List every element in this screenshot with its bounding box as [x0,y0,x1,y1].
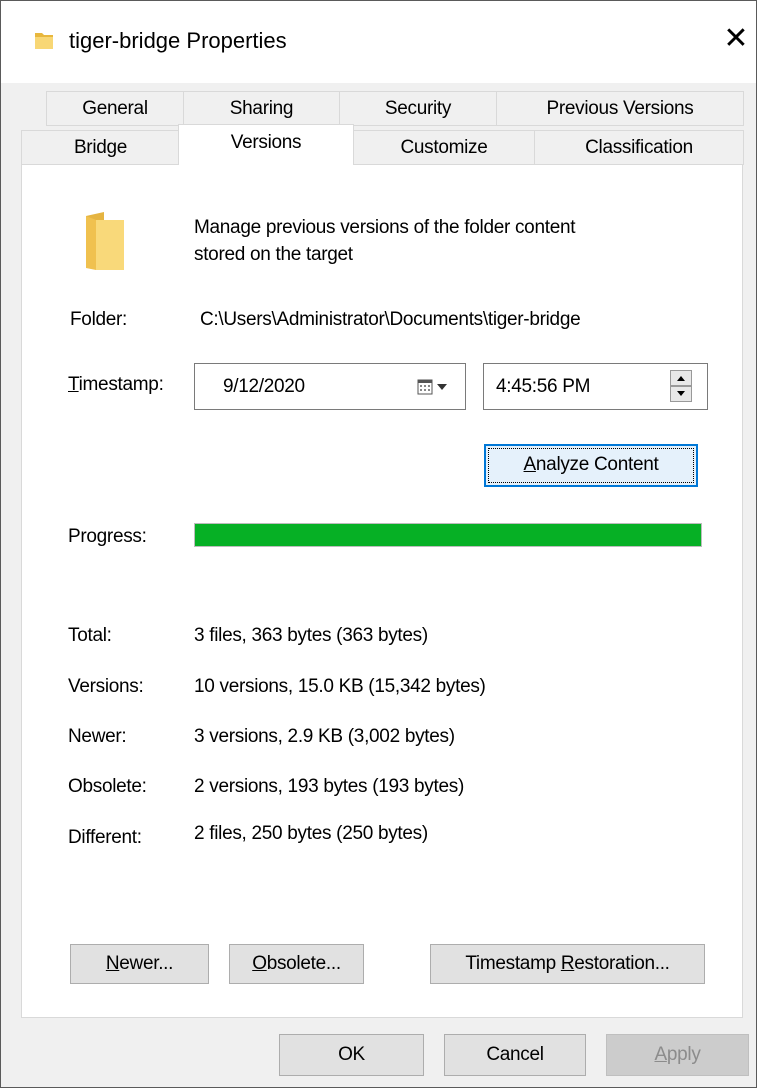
date-picker[interactable]: 9/12/2020 [194,363,466,410]
time-spinner[interactable]: 4:45:56 PM [483,363,708,410]
progress-fill [195,524,701,546]
tab-general[interactable]: General [46,91,184,126]
stat-total-label: Total: [68,625,112,646]
obsolete-button[interactable]: Obsolete... [229,944,364,984]
analyze-content-button[interactable]: Analyze Content [484,444,698,487]
description-line-2: stored on the target [194,244,353,265]
stat-obsolete-value: 2 versions, 193 bytes (193 bytes) [194,776,464,797]
stat-versions-value: 10 versions, 15.0 KB (15,342 bytes) [194,676,486,697]
stat-different-label: Different: [68,827,142,848]
apply-button: Apply [606,1034,749,1076]
tab-versions[interactable]: Versions [178,124,354,165]
stat-obsolete-label: Obsolete: [68,776,147,797]
window-title: tiger-bridge Properties [69,28,287,53]
close-icon[interactable]: ✕ [716,19,756,59]
stat-newer-label: Newer: [68,726,127,747]
tab-sharing[interactable]: Sharing [183,91,340,126]
properties-dialog: tiger-bridge Properties ✕ General Sharin… [0,0,757,1088]
folder-icon [86,212,124,270]
stat-newer-value: 3 versions, 2.9 KB (3,002 bytes) [194,726,455,747]
versions-panel: Manage previous versions of the folder c… [21,164,743,1018]
folder-path: C:\Users\Administrator\Documents\tiger-b… [200,309,581,330]
ok-button[interactable]: OK [279,1034,424,1076]
tab-classification[interactable]: Classification [534,130,744,165]
tab-security[interactable]: Security [339,91,497,126]
spin-up-icon[interactable] [670,370,692,386]
stat-total-value: 3 files, 363 bytes (363 bytes) [194,625,428,646]
newer-button[interactable]: Newer... [70,944,209,984]
cancel-button[interactable]: Cancel [444,1034,586,1076]
stat-versions-label: Versions: [68,676,144,697]
folder-label: Folder: [70,309,128,330]
spin-down-icon[interactable] [670,386,692,402]
tab-bridge[interactable]: Bridge [21,130,180,165]
calendar-dropdown-icon[interactable] [417,379,451,395]
progress-label: Progress: [68,526,147,547]
folder-icon [35,33,53,49]
tab-previous-versions[interactable]: Previous Versions [496,91,744,126]
tab-customize[interactable]: Customize [352,130,536,165]
description-line-1: Manage previous versions of the folder c… [194,217,576,238]
time-value: 4:45:56 PM [496,376,591,397]
title-bar: tiger-bridge Properties ✕ [1,1,756,83]
timestamp-label: Timestamp: [68,374,164,395]
stat-different-value: 2 files, 250 bytes (250 bytes) [194,823,428,844]
date-value: 9/12/2020 [223,376,305,397]
timestamp-restoration-button[interactable]: Timestamp Restoration... [430,944,705,984]
progress-bar [194,523,702,547]
